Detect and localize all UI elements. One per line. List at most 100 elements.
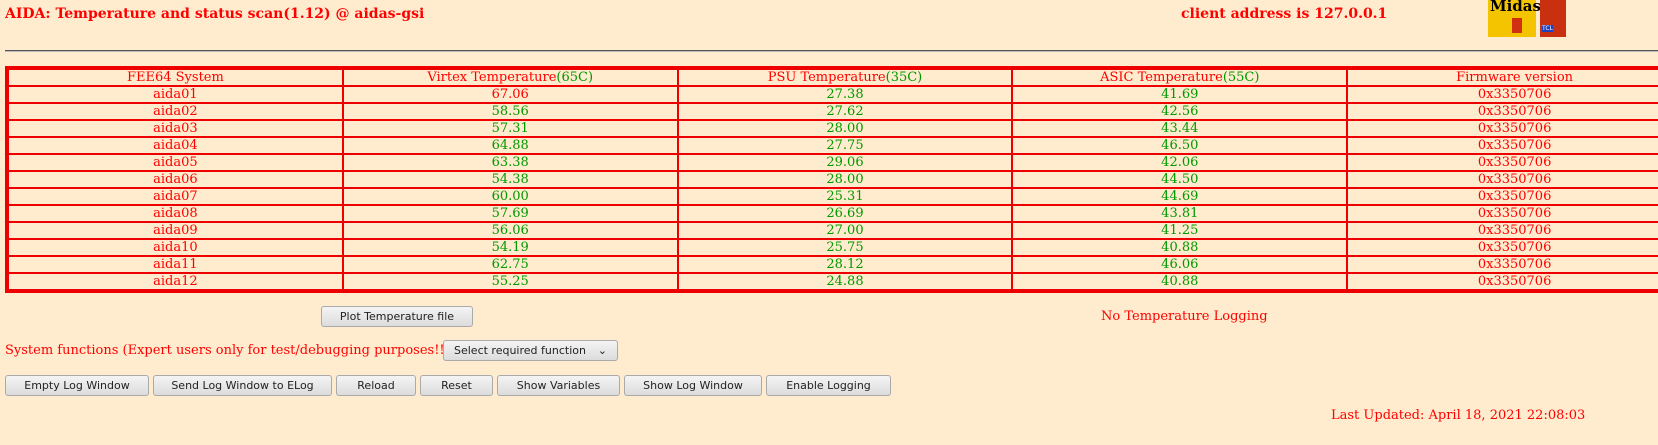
table-row: aida06 54.38 28.00 44.50 0x3350706 (8, 171, 1658, 188)
empty-log-window-button[interactable]: Empty Log Window (5, 375, 149, 396)
table-row: aida04 64.88 27.75 46.50 0x3350706 (8, 137, 1658, 154)
table-cell: aida11 (8, 256, 343, 273)
header-limit: (65C) (556, 70, 594, 85)
enable-logging-button[interactable]: Enable Logging (766, 375, 891, 396)
table-cell: 0x3350706 (1347, 222, 1658, 239)
header-limit: (55C) (1222, 70, 1260, 85)
function-select[interactable]: Select required function ⌄ (443, 340, 618, 361)
table-cell: 64.88 (342, 137, 678, 154)
table-cell: 41.25 (1012, 222, 1348, 239)
system-functions-label: System functions (Expert users only for … (5, 343, 455, 358)
table-cell: 0x3350706 (1347, 137, 1658, 154)
tcl-logo: TCL (1540, 0, 1566, 37)
table-row: aida01 67.06 27.38 41.69 0x3350706 (8, 86, 1658, 103)
table-cell: aida03 (8, 120, 343, 137)
table-cell: 25.31 (677, 188, 1013, 205)
column-header: FEE64 System (8, 69, 343, 86)
table-cell: 46.50 (1012, 137, 1348, 154)
table-cell: aida07 (8, 188, 343, 205)
table-cell: aida06 (8, 171, 343, 188)
page-title: AIDA: Temperature and status scan(1.12) … (5, 6, 425, 22)
table-row: aida08 57.69 26.69 43.81 0x3350706 (8, 205, 1658, 222)
client-address: client address is 127.0.0.1 (1181, 6, 1388, 22)
table-row: aida11 62.75 28.12 46.06 0x3350706 (8, 256, 1658, 273)
table-cell: 0x3350706 (1347, 273, 1658, 290)
table-cell: 29.06 (677, 154, 1013, 171)
send-log-to-elog-button[interactable]: Send Log Window to ELog (153, 375, 332, 396)
table-row: aida07 60.00 25.31 44.69 0x3350706 (8, 188, 1658, 205)
table-cell: 27.75 (677, 137, 1013, 154)
column-header: PSU Temperature(35C) (677, 69, 1013, 86)
column-header: Firmware version (1347, 69, 1658, 86)
show-log-window-button[interactable]: Show Log Window (624, 375, 762, 396)
midas-logo: Midas (1488, 0, 1541, 37)
table-row: aida12 55.25 24.88 40.88 0x3350706 (8, 273, 1658, 290)
table-cell: aida01 (8, 86, 343, 103)
table-row: aida10 54.19 25.75 40.88 0x3350706 (8, 239, 1658, 256)
table-cell: 41.69 (1012, 86, 1348, 103)
table-cell: 0x3350706 (1347, 188, 1658, 205)
reset-button[interactable]: Reset (420, 375, 493, 396)
header-label: ASIC Temperature (1100, 70, 1223, 85)
table-cell: 63.38 (342, 154, 678, 171)
table-cell: 60.00 (342, 188, 678, 205)
table-cell: 25.75 (677, 239, 1013, 256)
table-cell: 28.12 (677, 256, 1013, 273)
divider (5, 50, 1658, 52)
table-cell: 40.88 (1012, 273, 1348, 290)
table-row: aida02 58.56 27.62 42.56 0x3350706 (8, 103, 1658, 120)
table-cell: aida05 (8, 154, 343, 171)
table-row: aida09 56.06 27.00 41.25 0x3350706 (8, 222, 1658, 239)
table-cell: 0x3350706 (1347, 239, 1658, 256)
table-cell: 57.69 (342, 205, 678, 222)
table-cell: 58.56 (342, 103, 678, 120)
table-cell: 42.56 (1012, 103, 1348, 120)
table-cell: 56.06 (342, 222, 678, 239)
table-cell: 43.44 (1012, 120, 1348, 137)
table-cell: 0x3350706 (1347, 103, 1658, 120)
table-cell: aida09 (8, 222, 343, 239)
table-cell: 57.31 (342, 120, 678, 137)
table-cell: 26.69 (677, 205, 1013, 222)
table-cell: 0x3350706 (1347, 171, 1658, 188)
table-cell: 42.06 (1012, 154, 1348, 171)
table-cell: 54.38 (342, 171, 678, 188)
table-cell: 24.88 (677, 273, 1013, 290)
chevron-down-icon: ⌄ (597, 344, 607, 357)
header-label: Firmware version (1456, 70, 1574, 85)
header-limit: (35C) (885, 70, 923, 85)
table-row: aida05 63.38 29.06 42.06 0x3350706 (8, 154, 1658, 171)
table-cell: 0x3350706 (1347, 154, 1658, 171)
last-updated: Last Updated: April 18, 2021 22:08:03 (1331, 408, 1586, 423)
header-label: Virtex Temperature (427, 70, 557, 85)
header-label: PSU Temperature (767, 70, 886, 85)
function-select-value: Select required function (454, 344, 586, 357)
reload-button[interactable]: Reload (336, 375, 416, 396)
table-cell: 44.69 (1012, 188, 1348, 205)
table-cell: 46.06 (1012, 256, 1348, 273)
table-cell: 0x3350706 (1347, 205, 1658, 222)
plot-temperature-button[interactable]: Plot Temperature file (321, 306, 473, 327)
temperature-table: FEE64 System Virtex Temperature(65C) PSU T… (5, 66, 1658, 293)
show-variables-button[interactable]: Show Variables (497, 375, 620, 396)
table-cell: 0x3350706 (1347, 256, 1658, 273)
header-label: FEE64 System (126, 70, 224, 85)
table-cell: 55.25 (342, 273, 678, 290)
table-cell: 40.88 (1012, 239, 1348, 256)
table-row: aida03 57.31 28.00 43.44 0x3350706 (8, 120, 1658, 137)
column-header: ASIC Temperature(55C) (1012, 69, 1348, 86)
table-cell: aida02 (8, 103, 343, 120)
logging-status: No Temperature Logging (1101, 309, 1268, 324)
table-cell: aida12 (8, 273, 343, 290)
table-cell: 28.00 (677, 120, 1013, 137)
table-cell: aida04 (8, 137, 343, 154)
table-cell: 0x3350706 (1347, 120, 1658, 137)
column-header: Virtex Temperature(65C) (342, 69, 678, 86)
table-cell: 27.00 (677, 222, 1013, 239)
table-cell: 62.75 (342, 256, 678, 273)
table-cell: 27.38 (677, 86, 1013, 103)
table-cell: aida08 (8, 205, 343, 222)
table-cell: aida10 (8, 239, 343, 256)
table-cell: 67.06 (342, 86, 678, 103)
table-cell: 54.19 (342, 239, 678, 256)
